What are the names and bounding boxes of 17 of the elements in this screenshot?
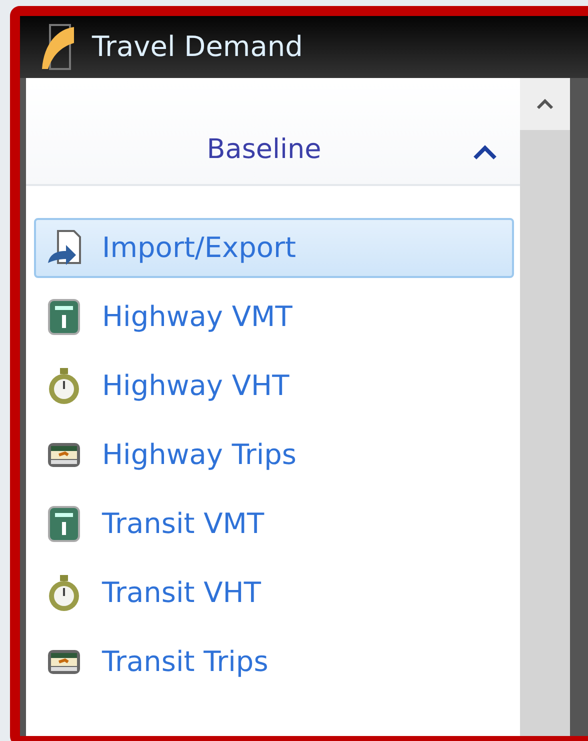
- nav-item[interactable]: Transit Trips: [34, 632, 514, 692]
- document-arrow-icon: [46, 229, 82, 267]
- mile-sign-icon: [46, 298, 82, 336]
- stopwatch-icon: [46, 574, 82, 612]
- nav-item[interactable]: Highway Trips: [34, 425, 514, 485]
- app-logo-icon: [40, 23, 76, 71]
- window-title: Travel Demand: [92, 29, 303, 65]
- stopwatch-icon: [46, 367, 82, 405]
- scrollbar[interactable]: [520, 78, 570, 736]
- nav-item[interactable]: Highway VMT: [34, 287, 514, 347]
- nav-item[interactable]: Highway VHT: [34, 356, 514, 416]
- nav-item[interactable]: Transit VMT: [34, 494, 514, 554]
- section-title: Baseline: [206, 132, 322, 166]
- scroll-up-icon[interactable]: [536, 98, 554, 110]
- nav-item[interactable]: Transit VHT: [34, 563, 514, 623]
- mile-sign-icon: [46, 505, 82, 543]
- nav-item[interactable]: Import/Export: [34, 218, 514, 278]
